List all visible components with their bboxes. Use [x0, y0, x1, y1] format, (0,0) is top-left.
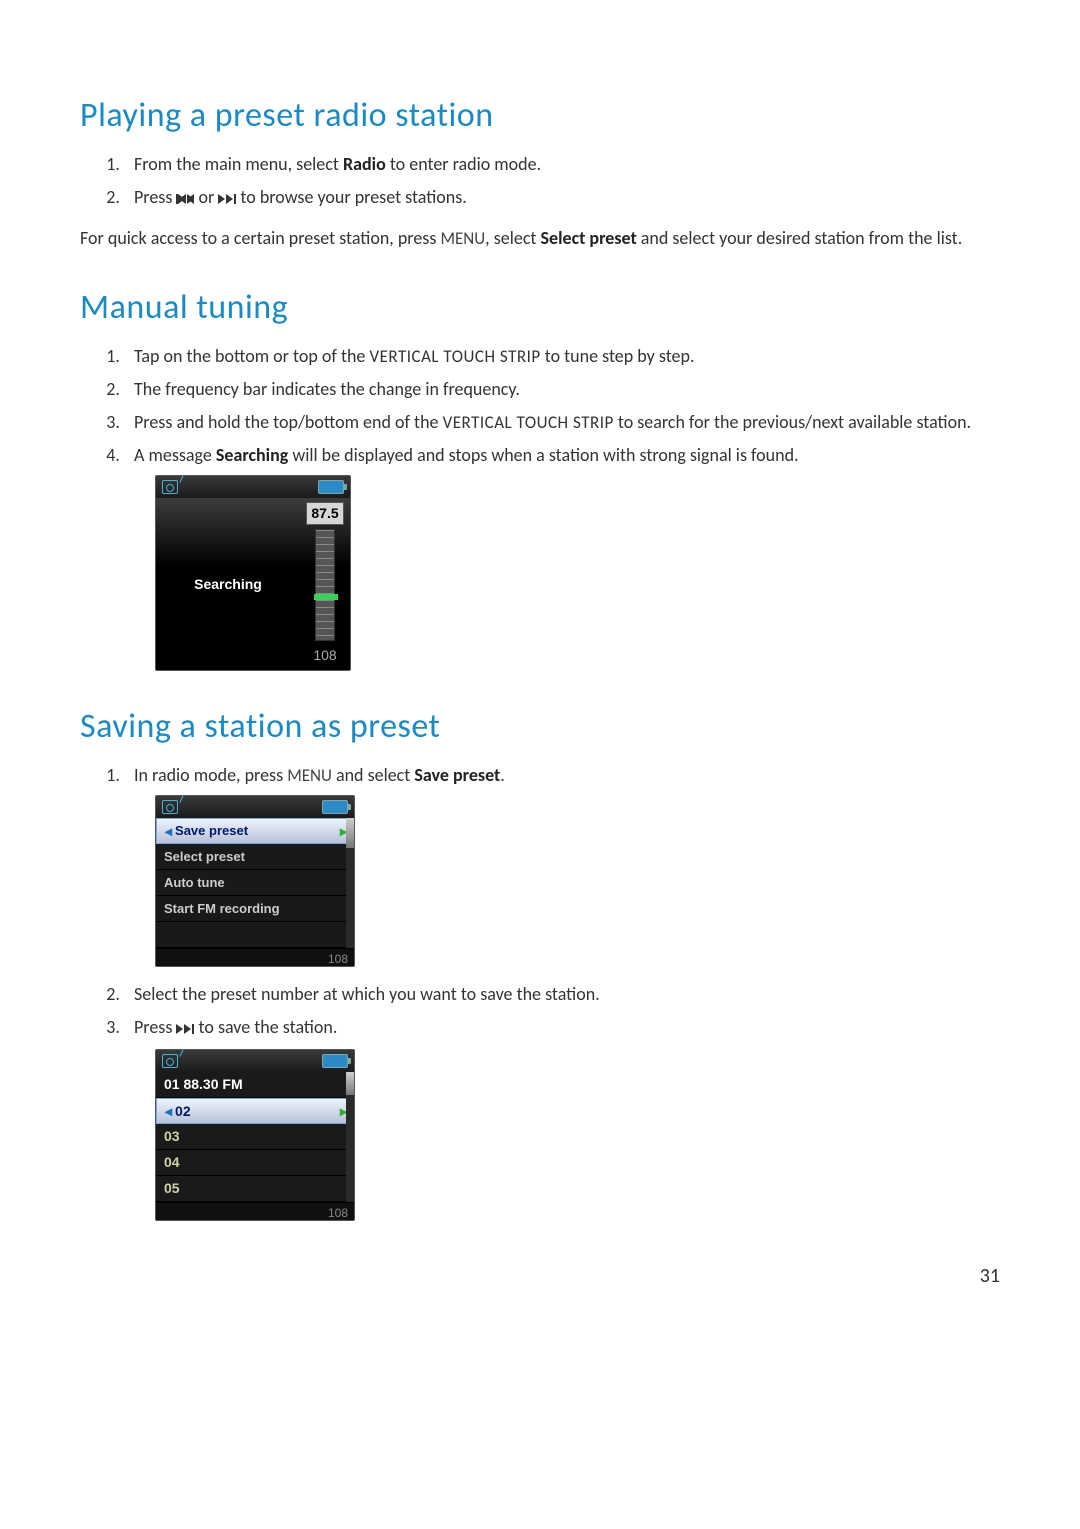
frequency-scale: 87.5 108 [306, 498, 350, 670]
vertical-touch-strip-caps: VERTICAL TOUCH STRIP [369, 346, 540, 367]
status-bar [156, 1050, 354, 1072]
text: to enter radio mode. [386, 153, 541, 175]
radio-bold: Radio [343, 153, 386, 175]
next-track-icon [218, 186, 236, 213]
preset-row-03: 03 [156, 1124, 354, 1150]
text: to browse your preset stations. [236, 186, 466, 208]
menu-scrollbar [346, 818, 354, 948]
text: . [500, 764, 505, 786]
text: to tune step by step. [541, 345, 695, 367]
freq-indicator [314, 594, 338, 600]
text: From the main menu, select [134, 153, 343, 175]
menu-item-empty [156, 922, 354, 948]
playing-step-2: Press or to browse your preset stations. [124, 184, 1000, 213]
radio-icon [162, 800, 178, 814]
menu-item-auto-tune: Auto tune [156, 870, 354, 896]
menu-smallcaps: MENU [440, 228, 485, 249]
battery-icon [322, 1054, 348, 1068]
manual-step-4: A message Searching will be displayed an… [124, 442, 1000, 671]
manual-step-3: Press and hold the top/bottom end of the… [124, 409, 1000, 436]
text: Press and hold the top/bottom end of the [134, 411, 443, 433]
text: , select [485, 227, 540, 249]
saving-step-1: In radio mode, press MENU and select Sav… [124, 762, 1000, 967]
text: A message [134, 444, 216, 466]
prev-track-icon [176, 186, 194, 213]
preset-scrollbar [346, 1072, 354, 1202]
text: Press [134, 186, 176, 208]
menu-label: Save preset [175, 821, 248, 841]
menu-item-select-preset: Select preset [156, 844, 354, 870]
freq-top: 87.5 [306, 502, 343, 525]
preset-row-01: 01 88.30 FM [156, 1072, 354, 1098]
menu-footer: 108 [156, 948, 354, 966]
text: For quick access to a certain preset sta… [80, 227, 440, 249]
menu-item-start-fm-recording: Start FM recording [156, 896, 354, 922]
saving-step-2: Select the preset number at which you wa… [124, 981, 1000, 1008]
device-screenshot-searching: Searching 87.5 108 [155, 475, 351, 671]
text: will be displayed and stops when a stati… [288, 444, 798, 466]
text: or [194, 186, 218, 208]
text: and select [332, 764, 414, 786]
status-bar [156, 476, 350, 498]
searching-label: Searching [156, 498, 306, 670]
vertical-touch-strip-caps: VERTICAL TOUCH STRIP [443, 412, 614, 433]
menu-item-save-preset: ◂Save preset▸ [156, 818, 354, 844]
battery-icon [322, 800, 348, 814]
text: Press [134, 1016, 176, 1038]
text: and select your desired station from the… [637, 227, 963, 249]
playing-note: For quick access to a certain preset sta… [80, 225, 1000, 252]
manual-step-1: Tap on the bottom or top of the VERTICAL… [124, 343, 1000, 370]
select-preset-bold: Select preset [541, 227, 637, 249]
searching-bold: Searching [216, 444, 288, 466]
text: Tap on the bottom or top of the [134, 345, 369, 367]
status-bar [156, 796, 354, 818]
freq-bottom: 108 [313, 645, 336, 666]
preset-row-02: ◂02▸ [156, 1098, 354, 1124]
save-preset-bold: Save preset [414, 764, 500, 786]
radio-icon [162, 1054, 178, 1068]
chevron-left-icon: ◂ [165, 821, 172, 842]
device-screenshot-menu: ◂Save preset▸ Select preset Auto tune St… [155, 795, 355, 967]
battery-icon [318, 480, 344, 494]
heading-saving-preset: Saving a station as preset [80, 701, 1000, 752]
radio-icon [162, 480, 178, 494]
device-screenshot-preset-list: 01 88.30 FM ◂02▸ 03 04 05 108 [155, 1049, 355, 1221]
saving-step-3: Press to save the station. 01 88.30 FM ◂… [124, 1014, 1000, 1221]
text: to search for the previous/next availabl… [614, 411, 971, 433]
preset-footer: 108 [156, 1202, 354, 1220]
next-track-icon [176, 1016, 194, 1043]
menu-smallcaps: MENU [287, 765, 332, 786]
page-number: 31 [80, 1261, 1000, 1291]
manual-step-2: The frequency bar indicates the change i… [124, 376, 1000, 403]
playing-step-1: From the main menu, select Radio to ente… [124, 151, 1000, 178]
text: to save the station. [194, 1016, 337, 1038]
text: In radio mode, press [134, 764, 287, 786]
preset-row-04: 04 [156, 1150, 354, 1176]
preset-label: 02 [175, 1101, 191, 1122]
preset-row-05: 05 [156, 1176, 354, 1202]
chevron-left-icon: ◂ [165, 1101, 172, 1122]
heading-playing-preset: Playing a preset radio station [80, 90, 1000, 141]
heading-manual-tuning: Manual tuning [80, 282, 1000, 333]
